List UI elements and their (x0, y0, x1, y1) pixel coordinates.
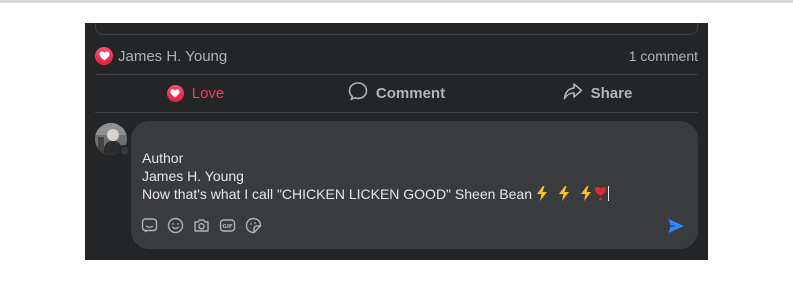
reaction-summary[interactable]: James H. Young (95, 47, 227, 65)
comment-count[interactable]: 1 comment (629, 48, 698, 64)
camera-icon[interactable] (193, 217, 210, 234)
emoji-icon[interactable] (167, 217, 184, 234)
reactor-name: James H. Young (118, 47, 228, 65)
author-label: Author (142, 150, 184, 166)
comment-icon (348, 81, 368, 105)
composer-text[interactable]: Author James H. Young Now that's what I … (142, 149, 609, 205)
comment-text-line: Now that's what I call "CHICKEN LICKEN G… (142, 185, 609, 205)
heart-emoji (594, 186, 607, 205)
reactions-bar: James H. Young 1 comment (95, 45, 698, 67)
lightning-emoji (536, 186, 548, 205)
avatar-status-indicator (119, 145, 130, 156)
post-content-edge (95, 23, 698, 35)
send-icon[interactable] (667, 217, 685, 235)
love-label: Love (191, 84, 225, 102)
gif-icon[interactable]: GIF (219, 217, 236, 234)
divider (95, 112, 698, 113)
share-button[interactable]: Share (497, 75, 698, 111)
author-name: James H. Young (142, 168, 244, 184)
share-label: Share (590, 84, 633, 102)
text-cursor (607, 186, 609, 201)
post-card: James H. Young 1 comment Love Comment Sh… (85, 23, 708, 260)
lightning-emoji (558, 186, 570, 205)
love-button[interactable]: Love (95, 75, 296, 111)
comment-button[interactable]: Comment (296, 75, 497, 111)
comment-composer[interactable]: Author James H. Young Now that's what I … (131, 121, 698, 249)
love-reaction-icon (95, 47, 113, 65)
heart-icon (166, 84, 184, 102)
comment-label: Comment (375, 84, 446, 102)
svg-text:GIF: GIF (222, 224, 233, 230)
action-bar: Love Comment Share (95, 75, 698, 111)
composer-toolbar: GIF (141, 217, 262, 234)
top-border (0, 0, 793, 3)
lightning-emoji (580, 186, 592, 205)
share-icon (563, 82, 583, 104)
comment-text: Now that's what I call "CHICKEN LICKEN G… (142, 186, 532, 202)
sticker-icon[interactable] (141, 217, 158, 234)
avatar-sticker-icon[interactable] (245, 217, 262, 234)
